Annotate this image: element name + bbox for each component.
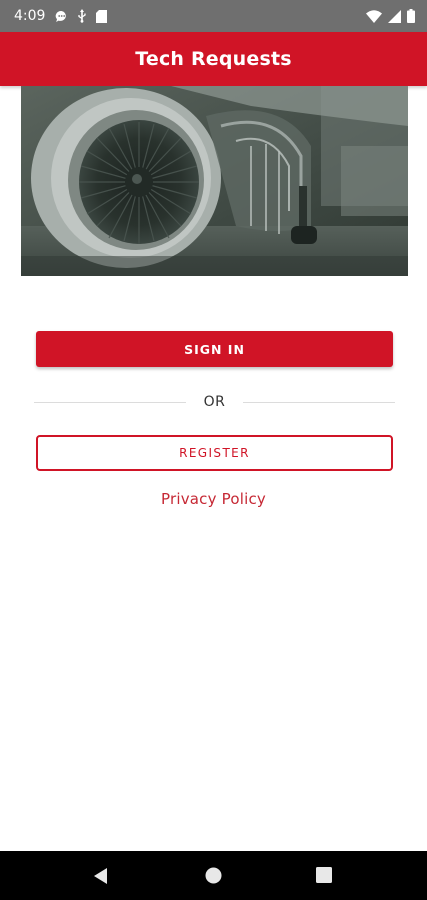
sd-card-icon (96, 9, 108, 23)
app-bar: Tech Requests (0, 32, 427, 86)
usb-icon (77, 9, 87, 23)
hero-image (21, 86, 408, 276)
sign-in-button[interactable]: SIGN IN (36, 331, 393, 367)
status-icons-left (55, 9, 108, 23)
privacy-policy-link[interactable]: Privacy Policy (0, 490, 427, 508)
signal-icon (388, 9, 401, 23)
divider-line-left (34, 401, 186, 403)
navigation-bar (0, 851, 427, 900)
app-title: Tech Requests (135, 48, 292, 70)
back-icon[interactable] (92, 867, 110, 885)
status-icons-right (366, 9, 415, 23)
battery-icon (407, 9, 415, 23)
chat-bubble-icon (55, 10, 68, 23)
divider-line-right (243, 401, 395, 403)
or-label: OR (203, 394, 226, 410)
recents-icon[interactable] (316, 867, 332, 883)
status-bar: 4:09 (0, 0, 427, 32)
status-time: 4:09 (14, 8, 46, 24)
home-icon[interactable] (205, 867, 222, 884)
register-button[interactable]: REGISTER (36, 435, 393, 471)
wifi-icon (366, 9, 382, 23)
or-divider: OR (34, 392, 395, 412)
jet-engine-photo (21, 86, 408, 276)
